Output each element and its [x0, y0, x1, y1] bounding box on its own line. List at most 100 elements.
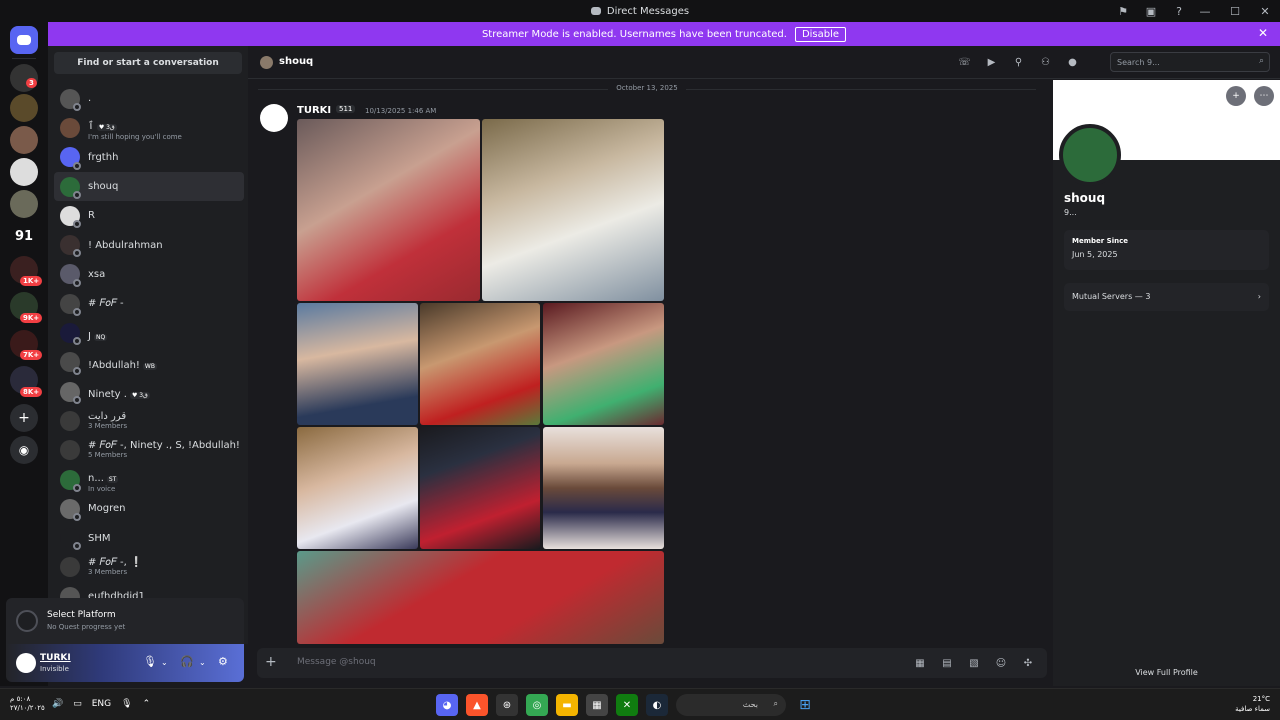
- more-icon[interactable]: ⋯: [1254, 86, 1274, 106]
- start-icon[interactable]: ⊞: [794, 694, 816, 716]
- dm-item[interactable]: n... ST In voice: [54, 465, 244, 494]
- dm-item[interactable]: قرر دايت 3 Members: [54, 406, 244, 435]
- dm-item[interactable]: Ninety . ♥ ق3: [54, 377, 244, 406]
- message-input[interactable]: + Message @shouq ▦ ▤ ▧ ☺ ✣: [257, 648, 1047, 678]
- dm-text: ! Abdulrahman: [88, 240, 163, 251]
- dm-item[interactable]: # 𝐹𝑜𝐹 -, ❕ 3 Members: [54, 553, 244, 582]
- brave-icon[interactable]: ▲: [466, 694, 488, 716]
- server-icon[interactable]: [10, 158, 38, 186]
- home-button[interactable]: [10, 26, 38, 54]
- clock[interactable]: ٥:٠٨ م ٢٧/١٠/٢٠٢٥: [10, 695, 45, 713]
- network-icon[interactable]: ▭: [73, 699, 82, 709]
- dm-item[interactable]: # 𝐹𝑜𝐹 -, Ninety ., S, !Abdullah! 5 Member…: [54, 436, 244, 465]
- gear-icon[interactable]: ⚙: [218, 655, 228, 668]
- message-area: October 13, 2025 TURKI 511 10/13/2025 1:…: [248, 80, 1053, 644]
- image-attachment[interactable]: [543, 427, 664, 549]
- emoji-icon[interactable]: ☺: [994, 656, 1008, 670]
- language-indicator[interactable]: ENG: [92, 699, 111, 709]
- server-icon[interactable]: 91: [10, 222, 38, 250]
- avatar: [60, 440, 80, 461]
- dm-item[interactable]: SHM: [54, 523, 244, 552]
- apps-icon[interactable]: ✣: [1021, 656, 1035, 670]
- avatar[interactable]: [1059, 124, 1121, 186]
- dm-item[interactable]: frgthh: [54, 143, 244, 172]
- sticker-icon[interactable]: ▧: [967, 656, 981, 670]
- headphones-icon[interactable]: 🎧: [180, 655, 194, 668]
- dm-item[interactable]: # 𝐹𝑜𝐹 -: [54, 289, 244, 318]
- dm-text: ٱ ♥ ق3 I'm still hoping you'll come: [88, 114, 182, 142]
- dm-tag: ST: [106, 475, 119, 483]
- quest-subtitle: No Quest progress yet: [47, 623, 126, 631]
- server-icon[interactable]: [10, 94, 38, 122]
- volume-icon[interactable]: 🔊: [52, 699, 63, 709]
- dm-item[interactable]: !Abdullah! WB: [54, 348, 244, 377]
- dm-name: frgthh: [88, 151, 119, 163]
- microphone-icon[interactable]: 🎙: [143, 655, 157, 668]
- video-icon[interactable]: ▶: [984, 55, 999, 70]
- phone-icon[interactable]: ☏: [957, 55, 972, 70]
- close-window-button[interactable]: ✕: [1250, 0, 1280, 22]
- status-dot: [73, 395, 81, 404]
- username[interactable]: TURKI: [40, 653, 71, 663]
- disable-button[interactable]: Disable: [794, 26, 847, 42]
- image-attachment[interactable]: [297, 303, 418, 425]
- view-full-profile-link[interactable]: View Full Profile: [1053, 668, 1280, 677]
- gif-icon[interactable]: ▤: [940, 656, 954, 670]
- add-attachment-icon[interactable]: +: [265, 654, 277, 670]
- folder-icon[interactable]: ▬: [556, 694, 578, 716]
- avatar[interactable]: [16, 653, 36, 673]
- chevron-down-icon[interactable]: ⌄: [199, 658, 206, 667]
- image-attachment[interactable]: [297, 119, 480, 301]
- mutual-servers-row[interactable]: Mutual Servers — 3 ›: [1064, 283, 1269, 311]
- close-icon[interactable]: ✕: [1258, 26, 1268, 40]
- add-friend-icon[interactable]: +: [1226, 86, 1246, 106]
- chevron-up-icon[interactable]: ⌃: [143, 699, 151, 709]
- minimize-button[interactable]: —: [1190, 0, 1220, 22]
- dm-item[interactable]: shouq: [54, 171, 244, 202]
- add-server-button[interactable]: +: [10, 404, 38, 432]
- dm-item[interactable]: ! Abdulrahman: [54, 230, 244, 259]
- gift-icon[interactable]: ▦: [913, 656, 927, 670]
- image-attachment[interactable]: [420, 303, 540, 425]
- dm-item[interactable]: .: [54, 84, 244, 113]
- image-attachment[interactable]: [420, 427, 540, 549]
- add-friend-icon[interactable]: ⚇: [1038, 55, 1053, 70]
- store-icon[interactable]: ▦: [586, 694, 608, 716]
- dm-name: قرر دايت: [88, 410, 127, 422]
- xbox-icon[interactable]: ✕: [616, 694, 638, 716]
- image-attachment[interactable]: [543, 303, 664, 425]
- discord-taskbar-icon[interactable]: ◕: [436, 694, 458, 716]
- image-attachment[interactable]: [297, 551, 664, 644]
- server-icon[interactable]: [10, 190, 38, 218]
- taskbar-search[interactable]: بحث ⌕: [676, 694, 786, 716]
- flag-icon[interactable]: ⚑: [1114, 3, 1132, 19]
- dm-item[interactable]: xsa: [54, 260, 244, 289]
- quest-title: Select Platform: [47, 610, 116, 620]
- quest-panel[interactable]: Select Platform No Quest progress yet: [6, 598, 244, 644]
- weather-widget[interactable]: 21°C سماء صافية: [1235, 694, 1270, 714]
- find-conversation-button[interactable]: Find or start a conversation: [54, 52, 242, 74]
- dm-item[interactable]: ٱ ♥ ق3 I'm still hoping you'll come: [54, 113, 244, 142]
- window-title-text: Direct Messages: [606, 5, 690, 17]
- dm-item[interactable]: R: [54, 201, 244, 230]
- steam-icon[interactable]: ◐: [646, 694, 668, 716]
- status-dot: [73, 161, 81, 170]
- maximize-button[interactable]: ☐: [1220, 0, 1250, 22]
- search-input[interactable]: Search 9... ⌕: [1110, 52, 1270, 72]
- pin-icon[interactable]: ⚲: [1011, 55, 1026, 70]
- microphone-icon[interactable]: 🎙: [121, 699, 132, 709]
- app-icon[interactable]: ⊛: [496, 694, 518, 716]
- server-icon[interactable]: [10, 126, 38, 154]
- avatar[interactable]: [260, 104, 288, 132]
- profile-icon[interactable]: ●: [1065, 55, 1080, 70]
- message-author[interactable]: TURKI: [297, 105, 331, 116]
- inbox-icon[interactable]: ▣: [1142, 3, 1160, 19]
- chrome-icon[interactable]: ◎: [526, 694, 548, 716]
- chevron-down-icon[interactable]: ⌄: [161, 658, 168, 667]
- dm-item[interactable]: Mogren: [54, 494, 244, 523]
- discover-button[interactable]: ◉: [10, 436, 38, 464]
- dm-item[interactable]: J NQ: [54, 318, 244, 347]
- image-attachment[interactable]: [297, 427, 418, 549]
- image-attachment[interactable]: [482, 119, 664, 301]
- help-icon[interactable]: ?: [1170, 3, 1188, 19]
